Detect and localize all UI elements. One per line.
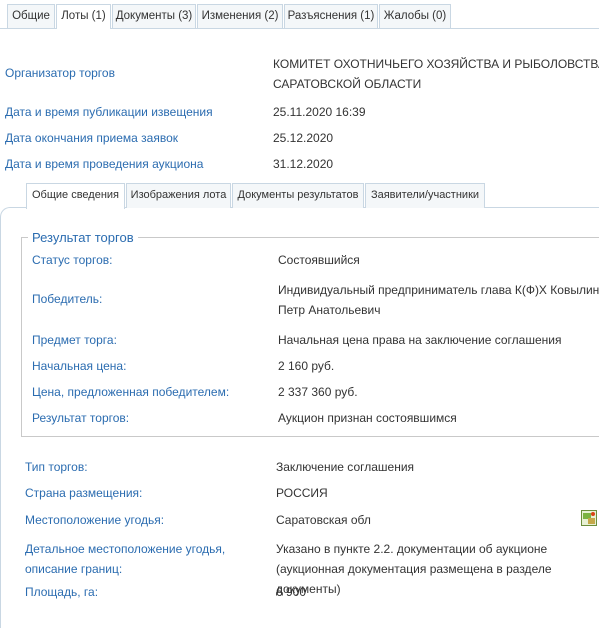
tab-lot-images[interactable]: Изображения лота xyxy=(126,183,231,208)
lot-tab-bar: Общие сведения Изображения лота Документ… xyxy=(0,181,599,209)
outcome-label: Результат торгов: xyxy=(32,411,130,425)
tab-lots[interactable]: Лоты (1) xyxy=(56,4,111,29)
area-value: 6 900 xyxy=(276,585,307,599)
status-label: Статус торгов: xyxy=(32,253,113,267)
tab-result-documents[interactable]: Документы результатов xyxy=(232,183,364,208)
auction-date-value: 31.12.2020 xyxy=(273,157,334,171)
country-label: Страна размещения: xyxy=(25,486,143,500)
tab-changes[interactable]: Изменения (2) xyxy=(197,4,283,28)
organizer-label: Организатор торгов xyxy=(5,66,115,80)
tab-complaints[interactable]: Жалобы (0) xyxy=(379,4,451,28)
published-label: Дата и время публикации извещения xyxy=(5,105,213,119)
map-icon[interactable] xyxy=(581,510,597,526)
country-value: РОССИЯ xyxy=(276,486,328,500)
start-price-label: Начальная цена: xyxy=(32,359,127,373)
subject-label: Предмет торга: xyxy=(32,333,117,347)
top-tab-bar: Общие Лоты (1) Документы (3) Изменения (… xyxy=(0,0,599,29)
location-label: Местоположение угодья: xyxy=(25,513,165,527)
result-legend: Результат торгов xyxy=(28,230,138,245)
trade-type-value: Заключение соглашения xyxy=(276,460,415,474)
tab-lot-general[interactable]: Общие сведения xyxy=(26,183,125,209)
tab-documents[interactable]: Документы (3) xyxy=(112,4,196,28)
detail-location-label: Детальное местоположение угодья, описани… xyxy=(25,539,240,579)
area-label: Площадь, га: xyxy=(25,585,99,599)
tab-clarifications[interactable]: Разъяснения (1) xyxy=(284,4,378,28)
detail-location-label-text: Детальное местоположение угодья, описани… xyxy=(25,542,226,576)
outcome-value: Аукцион признан состоявшимся xyxy=(278,411,457,425)
location-value: Саратовская обл xyxy=(276,513,371,527)
tab-general[interactable]: Общие xyxy=(7,4,55,28)
status-value: Состоявшийся xyxy=(278,253,360,267)
offered-price-label: Цена, предложенная победителем: xyxy=(32,385,230,399)
trade-type-label: Тип торгов: xyxy=(25,460,88,474)
tab-applicants[interactable]: Заявители/участники xyxy=(365,183,485,208)
deadline-value: 25.12.2020 xyxy=(273,131,334,145)
published-value: 25.11.2020 16:39 xyxy=(273,105,366,119)
offered-price-value: 2 337 360 руб. xyxy=(278,385,358,399)
detail-location-value: Указано в пункте 2.2. документации об ау… xyxy=(276,542,552,596)
winner-value: Индивидуальный предприниматель глава К(Ф… xyxy=(278,283,599,317)
subject-value: Начальная цена права на заключение согла… xyxy=(278,333,562,347)
winner-label: Победитель: xyxy=(32,292,103,306)
auction-date-label: Дата и время проведения аукциона xyxy=(5,157,204,171)
start-price-value: 2 160 руб. xyxy=(278,359,335,373)
deadline-label: Дата окончания приема заявок xyxy=(5,131,178,145)
organizer-value: КОМИТЕТ ОХОТНИЧЬЕГО ХОЗЯЙСТВА И РЫБОЛОВС… xyxy=(273,57,599,91)
